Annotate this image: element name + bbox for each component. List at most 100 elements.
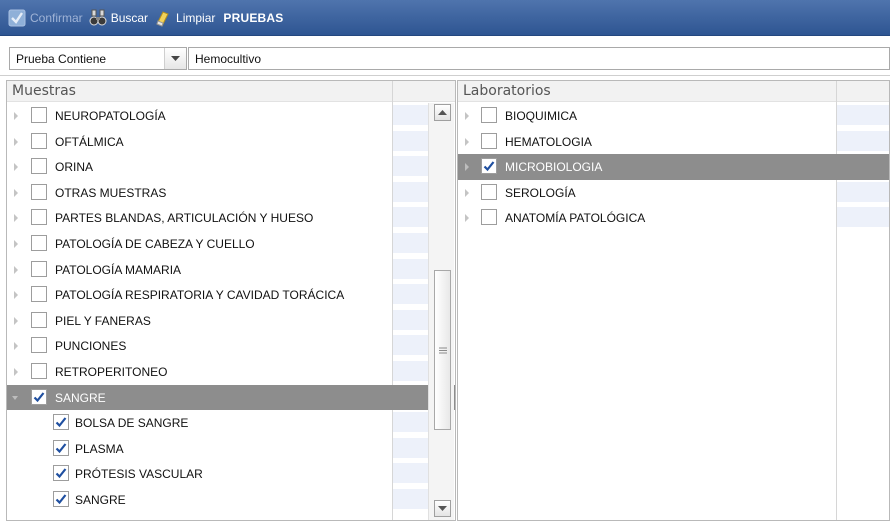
tree-row[interactable]: OFTÁLMICA xyxy=(7,129,455,155)
labs-tree: BIOQUIMICA HEMATOLOGIA MICROBIOLOGIA SEROLO… xyxy=(458,103,889,231)
row-stripe xyxy=(837,130,889,151)
item-checkbox[interactable] xyxy=(31,362,47,379)
row-stripe xyxy=(393,105,428,125)
item-checkbox[interactable] xyxy=(31,388,47,405)
expand-arrow-icon[interactable] xyxy=(12,137,20,147)
expand-arrow-icon[interactable] xyxy=(12,290,20,300)
dropdown-arrow-icon[interactable] xyxy=(164,48,186,69)
item-checkbox[interactable] xyxy=(31,337,47,354)
expand-arrow-icon[interactable] xyxy=(463,162,471,172)
filter-field-select[interactable]: Prueba Contiene xyxy=(9,47,187,70)
tree-row[interactable]: PATOLOGÍA DE CABEZA Y CUELLO xyxy=(7,231,455,257)
tree-row[interactable]: MICROBIOLOGIA xyxy=(458,154,889,180)
item-label: SANGRE xyxy=(55,390,106,405)
item-checkbox[interactable] xyxy=(53,439,69,456)
tree-child-row[interactable]: SANGRE xyxy=(7,487,455,513)
collapse-arrow-icon[interactable] xyxy=(12,393,20,403)
checkmark-icon xyxy=(33,391,45,402)
row-stripe xyxy=(393,463,428,484)
row-stripe xyxy=(393,309,428,330)
filter-value-input-wrap xyxy=(188,47,890,70)
expand-arrow-icon[interactable] xyxy=(463,188,471,198)
item-checkbox[interactable] xyxy=(481,209,497,226)
item-label: PLASMA xyxy=(75,441,124,456)
tree-row[interactable]: PUNCIONES xyxy=(7,333,455,359)
scroll-thumb[interactable] xyxy=(434,270,451,430)
expand-arrow-icon[interactable] xyxy=(463,137,471,147)
tree-child-row[interactable]: BOLSA DE SANGRE xyxy=(7,410,455,436)
row-stripe xyxy=(393,437,428,458)
item-checkbox[interactable] xyxy=(31,158,47,175)
arrow-down-icon xyxy=(438,506,447,511)
expand-arrow-icon[interactable] xyxy=(12,341,20,351)
tree-row[interactable]: PIEL Y FANERAS xyxy=(7,308,455,334)
item-checkbox[interactable] xyxy=(31,286,47,303)
item-checkbox[interactable] xyxy=(481,183,497,200)
item-checkbox[interactable] xyxy=(31,260,47,277)
item-checkbox[interactable] xyxy=(53,490,69,507)
row-stripe xyxy=(837,105,889,125)
item-checkbox[interactable] xyxy=(31,311,47,328)
clear-button[interactable]: Limpiar xyxy=(154,6,215,30)
item-checkbox[interactable] xyxy=(481,158,497,175)
item-checkbox[interactable] xyxy=(31,107,47,123)
clear-button-label: Limpiar xyxy=(176,10,216,25)
expand-arrow-icon[interactable] xyxy=(12,265,20,275)
item-checkbox[interactable] xyxy=(31,209,47,226)
expand-arrow-icon[interactable] xyxy=(12,213,20,223)
tree-row[interactable]: ANATOMÍA PATOLÓGICA xyxy=(458,205,889,231)
expand-arrow-icon[interactable] xyxy=(12,188,20,198)
search-button[interactable]: Buscar xyxy=(89,6,148,30)
item-label: PATOLOGÍA DE CABEZA Y CUELLO xyxy=(55,236,255,251)
filter-value-input[interactable] xyxy=(189,48,889,69)
tree-child-row[interactable]: PLASMA xyxy=(7,436,455,462)
tree-row[interactable]: OTRAS MUESTRAS xyxy=(7,180,455,206)
item-label: PATOLOGÍA RESPIRATORIA Y CAVIDAD TORÁCIC… xyxy=(55,288,345,303)
row-stripe xyxy=(393,232,428,253)
expand-arrow-icon[interactable] xyxy=(12,367,20,377)
samples-scrollbar[interactable] xyxy=(428,103,454,520)
expand-arrow-icon[interactable] xyxy=(12,316,20,326)
row-stripe xyxy=(393,207,428,228)
grip-icon xyxy=(438,347,447,353)
confirm-button[interactable]: Confirmar xyxy=(8,6,83,30)
item-label: RETROPERITONEO xyxy=(55,364,168,379)
tree-child-row[interactable]: PRÓTESIS VASCULAR xyxy=(7,461,455,487)
tree-row[interactable]: PARTES BLANDAS, ARTICULACIÓN Y HUESO xyxy=(7,205,455,231)
labs-title: Laboratorios xyxy=(463,83,551,99)
tree-row[interactable]: RETROPERITONEO xyxy=(7,359,455,385)
row-stripe xyxy=(393,258,428,279)
expand-arrow-icon[interactable] xyxy=(12,162,20,172)
tree-row[interactable]: SANGRE xyxy=(7,384,455,411)
item-label: SEROLOGÍA xyxy=(505,185,576,200)
tree-row[interactable]: PATOLOGÍA MAMARIA xyxy=(7,257,455,283)
item-checkbox[interactable] xyxy=(31,132,47,149)
expand-arrow-icon[interactable] xyxy=(463,111,471,121)
tree-row[interactable]: NEUROPATOLOGÍA xyxy=(7,103,455,129)
samples-title: Muestras xyxy=(12,83,76,99)
item-label: SANGRE xyxy=(75,492,126,507)
row-stripe xyxy=(393,284,428,305)
expand-arrow-icon[interactable] xyxy=(12,239,20,249)
tree-row[interactable]: HEMATOLOGIA xyxy=(458,129,889,155)
filter-field-value: Prueba Contiene xyxy=(16,52,107,66)
checkmark-icon xyxy=(55,494,67,505)
item-checkbox[interactable] xyxy=(53,465,69,482)
item-checkbox[interactable] xyxy=(31,183,47,200)
scroll-up-button[interactable] xyxy=(434,104,451,121)
item-label: PUNCIONES xyxy=(55,339,127,354)
expand-arrow-icon[interactable] xyxy=(463,213,471,223)
expand-arrow-icon[interactable] xyxy=(12,111,20,121)
item-checkbox[interactable] xyxy=(53,414,69,431)
tree-row[interactable]: SEROLOGÍA xyxy=(458,180,889,206)
item-checkbox[interactable] xyxy=(31,234,47,251)
tree-row[interactable]: PATOLOGÍA RESPIRATORIA Y CAVIDAD TORÁCIC… xyxy=(7,282,455,308)
tree-row[interactable]: BIOQUIMICA xyxy=(458,103,889,129)
scroll-down-button[interactable] xyxy=(434,500,451,517)
samples-panel: Muestras NEUROPATOLOGÍA OFTÁLMICA ORINA OTR… xyxy=(6,80,456,521)
row-stripe xyxy=(393,156,428,177)
search-button-label: Buscar xyxy=(110,10,149,25)
item-checkbox[interactable] xyxy=(481,107,497,123)
tree-row[interactable]: ORINA xyxy=(7,154,455,180)
item-checkbox[interactable] xyxy=(481,132,497,149)
